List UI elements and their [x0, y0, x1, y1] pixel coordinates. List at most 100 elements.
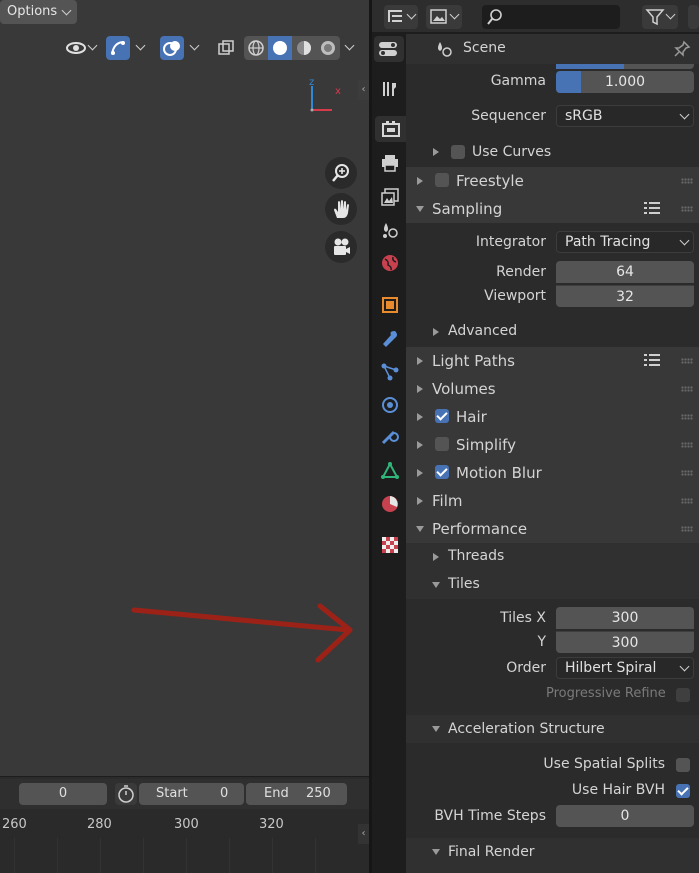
expand-arrow-icon[interactable] — [433, 148, 439, 156]
material-shading-icon[interactable] — [294, 38, 314, 58]
subpanel-tiles[interactable]: Tiles — [406, 571, 699, 599]
pin-icon[interactable] — [673, 40, 691, 58]
tab-object[interactable] — [377, 292, 403, 318]
presets-list-icon[interactable] — [644, 353, 660, 367]
simplify-checkbox[interactable] — [435, 437, 449, 451]
bvh-time-steps-field[interactable]: 0 — [556, 805, 694, 827]
sequencer-dropdown[interactable]: sRGB — [556, 105, 694, 127]
gizmo-dropdown[interactable] — [131, 36, 151, 60]
panel-film[interactable]: Film — [406, 487, 699, 515]
overlays-toggle[interactable] — [160, 36, 184, 60]
tab-texture[interactable] — [377, 532, 403, 558]
zoom-button[interactable] — [325, 157, 357, 189]
use-hair-bvh-checkbox[interactable] — [676, 784, 690, 798]
panel-simplify[interactable]: Simplify — [406, 431, 699, 459]
chevron-down-icon — [406, 9, 417, 20]
wireframe-shading-icon[interactable] — [246, 38, 266, 58]
axis-gizmo[interactable]: z x — [300, 74, 350, 118]
tab-view-layer[interactable] — [377, 184, 403, 210]
tiles-y-field[interactable]: 300 — [556, 631, 694, 653]
tab-modifiers[interactable] — [377, 326, 403, 352]
presets-list-icon[interactable] — [644, 201, 660, 215]
drag-handle-icon[interactable] — [681, 358, 693, 364]
start-frame-field[interactable]: Start 0 — [139, 783, 244, 805]
drag-handle-icon[interactable] — [681, 414, 693, 420]
expand-arrow-icon[interactable] — [433, 328, 439, 336]
display-mode-dropdown[interactable] — [426, 5, 462, 29]
use-curves-checkbox[interactable] — [451, 145, 465, 159]
integrator-value: Path Tracing — [565, 234, 651, 250]
camera-view-button[interactable] — [325, 231, 357, 263]
progressive-refine-checkbox[interactable] — [676, 688, 690, 702]
pan-button[interactable] — [325, 193, 357, 225]
panel-light-paths[interactable]: Light Paths — [406, 347, 699, 375]
panel-motion-blur[interactable]: Motion Blur — [406, 459, 699, 487]
sidebar-toggle[interactable]: ‹ — [358, 80, 369, 100]
tab-tool[interactable] — [377, 76, 403, 102]
viewport-samples-field[interactable]: 32 — [556, 285, 694, 307]
pan-hand-icon — [334, 200, 349, 218]
tab-physics[interactable] — [377, 392, 403, 418]
search-input[interactable] — [482, 5, 620, 29]
end-frame-field[interactable]: End 250 — [246, 783, 347, 805]
tiles-x-field[interactable]: 300 — [556, 607, 694, 629]
drag-handle-icon[interactable] — [681, 442, 693, 448]
subpanel-final-render[interactable]: Final Render — [406, 838, 699, 866]
shading-dropdown[interactable] — [340, 36, 360, 60]
current-frame-field[interactable]: 0 — [19, 783, 107, 805]
panel-performance[interactable]: Performance — [406, 515, 699, 543]
render-samples-field[interactable]: 64 — [556, 261, 694, 283]
panel-freestyle[interactable]: Freestyle — [406, 167, 699, 195]
ruler-line — [143, 838, 144, 873]
drag-handle-icon[interactable] — [681, 206, 693, 212]
drag-handle-icon[interactable] — [681, 386, 693, 392]
integrator-dropdown[interactable]: Path Tracing — [556, 231, 694, 253]
panel-hair[interactable]: Hair — [406, 403, 699, 431]
drag-handle-icon[interactable] — [681, 470, 693, 476]
subpanel-threads[interactable]: Threads — [406, 543, 699, 571]
gamma-field[interactable]: 1.000 — [556, 71, 694, 93]
tab-output[interactable] — [377, 150, 403, 176]
xray-toggle[interactable] — [214, 36, 238, 60]
tab-scene[interactable] — [377, 217, 403, 243]
freestyle-checkbox[interactable] — [435, 173, 449, 187]
drag-handle-icon[interactable] — [681, 526, 693, 532]
drag-handle-icon[interactable] — [681, 178, 693, 184]
gizmo-toggle[interactable] — [106, 36, 130, 60]
motion-blur-checkbox[interactable] — [435, 465, 449, 479]
use-spatial-splits-checkbox[interactable] — [676, 758, 690, 772]
timeline-sidebar-toggle[interactable]: ‹ — [358, 824, 369, 844]
tab-world[interactable] — [377, 250, 403, 276]
hair-label: Hair — [456, 408, 487, 426]
tab-particles[interactable] — [377, 359, 403, 385]
filter-dropdown[interactable] — [642, 5, 678, 29]
hair-checkbox[interactable] — [435, 409, 449, 423]
visibility-dropdown[interactable] — [63, 36, 99, 60]
constraints-icon — [381, 430, 399, 445]
tab-constraints[interactable] — [377, 425, 403, 451]
subpanel-acceleration-structure[interactable]: Acceleration Structure — [406, 715, 699, 743]
panel-sampling[interactable]: Sampling — [406, 195, 699, 223]
advanced-subpanel-label[interactable]: Advanced — [448, 323, 517, 339]
tab-material[interactable] — [377, 491, 403, 517]
ruler-line — [229, 838, 230, 873]
drag-handle-icon[interactable] — [681, 498, 693, 504]
viewport-header: Options — [0, 0, 369, 64]
panel-volumes[interactable]: Volumes — [406, 375, 699, 403]
overlays-dropdown[interactable] — [185, 36, 205, 60]
options-button[interactable]: Options — [0, 0, 77, 24]
rendered-shading-icon[interactable] — [318, 38, 338, 58]
editor-type-dropdown[interactable] — [384, 5, 418, 29]
viewport-samples-label: Viewport — [484, 288, 546, 304]
axis-x-label: x — [335, 86, 341, 97]
zoom-icon — [332, 164, 349, 182]
order-dropdown[interactable]: Hilbert Spiral — [556, 657, 694, 679]
stopwatch-button[interactable] — [115, 783, 137, 805]
chevron-down-icon — [679, 235, 690, 246]
header-overflow-button[interactable] — [688, 5, 699, 29]
tab-render[interactable] — [375, 116, 406, 142]
tab-editor-toggle[interactable] — [374, 36, 404, 62]
solid-shading-button[interactable] — [268, 36, 292, 60]
solid-shading-icon — [273, 41, 287, 55]
tab-data[interactable] — [377, 458, 403, 484]
